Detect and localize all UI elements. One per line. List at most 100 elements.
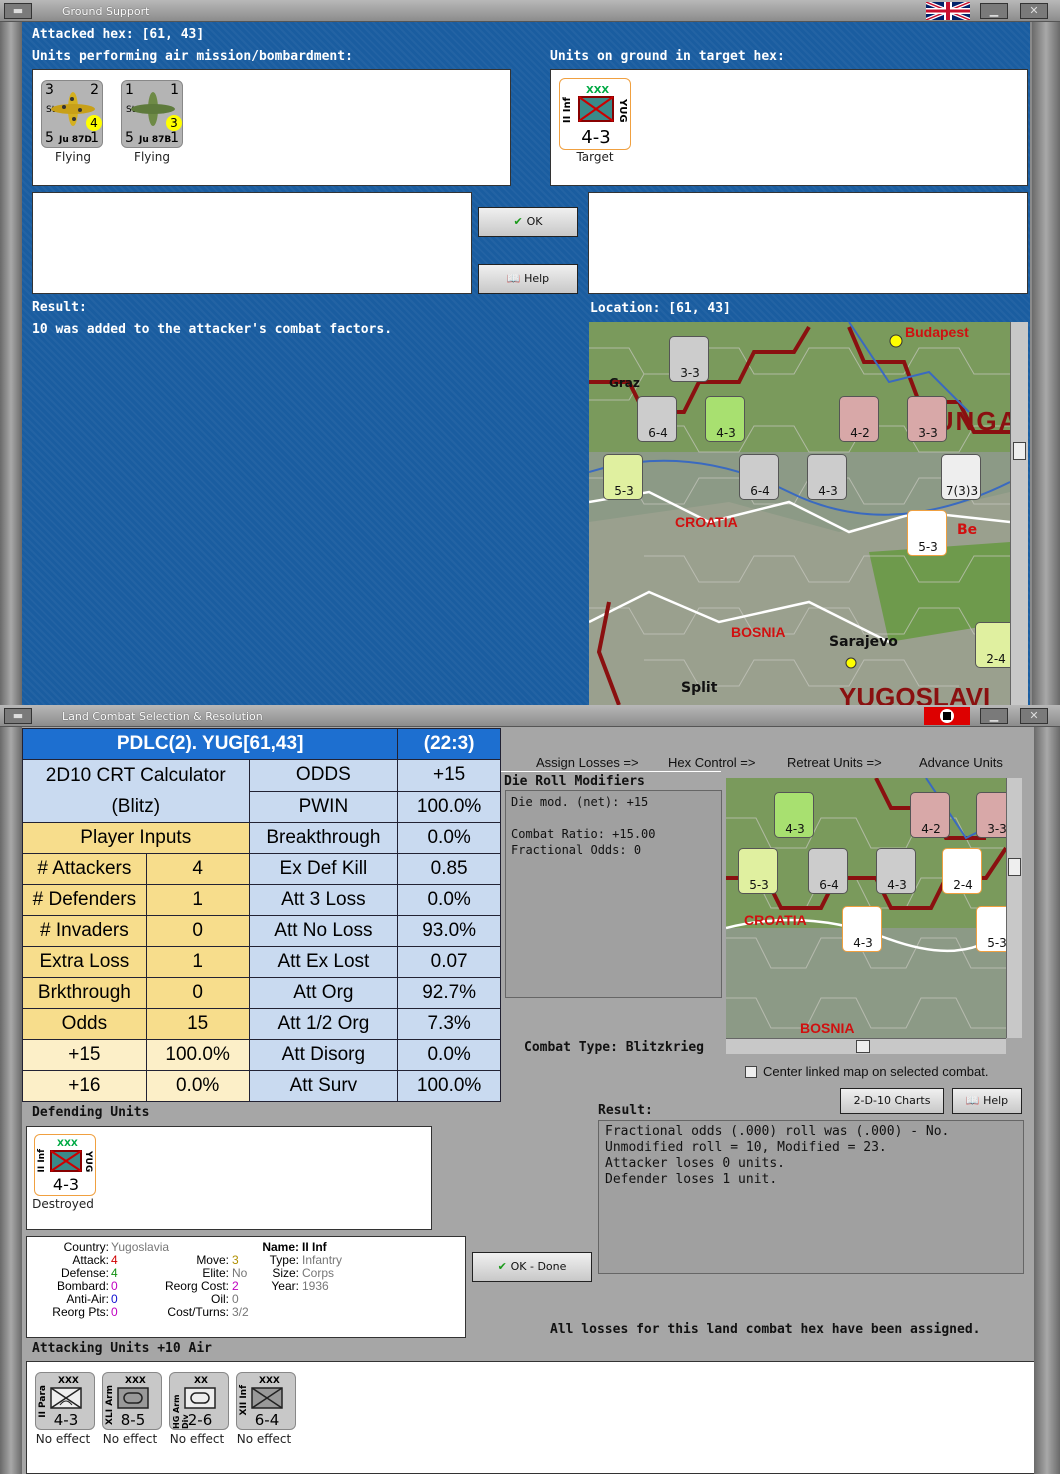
air-unit-status: Flying: [55, 150, 91, 164]
infantry-symbol-icon: [578, 96, 614, 122]
minimap-unit[interactable]: 5-3: [976, 906, 1006, 952]
close-button[interactable]: ✕: [1020, 3, 1048, 19]
minimap-vertical-scrollbar[interactable]: [1006, 778, 1022, 1038]
map-unit[interactable]: 2-4: [975, 622, 1010, 668]
defending-units-label: Defending Units: [32, 1105, 150, 1120]
map-unit[interactable]: 4-2: [839, 396, 879, 442]
right-frame: [1034, 727, 1060, 1474]
map-unit[interactable]: 5-3: [603, 454, 643, 500]
paratroop-symbol-icon: [50, 1387, 82, 1409]
map-label-beograd: Be: [957, 522, 978, 538]
die-roll-label: Die Roll Modifiers: [504, 774, 645, 789]
input-odds[interactable]: 15: [145, 1008, 250, 1040]
combat-minimap[interactable]: CROATIA BOSNIA 4-3 4-2 3-3 5-3 6-4 4-3 2…: [726, 778, 1006, 1038]
map-unit[interactable]: 4-3: [705, 396, 745, 442]
minimize-button[interactable]: ▁: [980, 3, 1008, 19]
air-mission-info-box: [32, 192, 472, 294]
scrollbar-thumb[interactable]: [1008, 858, 1021, 876]
left-frame: [0, 727, 22, 1474]
minimap-unit[interactable]: 4-3: [876, 848, 916, 894]
air-units-list: 3 2 Stuka 4 5 Ju 87D 1 Flying 1 1 Stuka …: [32, 69, 511, 186]
defender-unit-counter[interactable]: XXX II Inf YUG 4-3: [34, 1134, 96, 1196]
bottom-titlebar[interactable]: ▬ Land Combat Selection & Resolution ▁ ✕: [0, 705, 1060, 727]
system-menu-button[interactable]: ▬: [4, 3, 32, 19]
minimap-horizontal-scrollbar[interactable]: [726, 1038, 1006, 1054]
ground-units-list: XXX II Inf YUG 4-3 Target: [550, 69, 1028, 186]
center-map-checkbox[interactable]: [745, 1066, 757, 1078]
input-extra-loss[interactable]: 1: [145, 946, 250, 978]
input-defenders[interactable]: 1: [145, 884, 250, 916]
system-menu-button[interactable]: ▬: [4, 708, 32, 724]
ok-button[interactable]: ✔ OK: [478, 207, 578, 237]
german-flag-icon: [924, 707, 970, 725]
map-unit[interactable]: 3-3: [669, 336, 709, 382]
minimap-unit[interactable]: 2-4: [942, 848, 982, 894]
minimap-unit[interactable]: 5-3: [738, 848, 778, 894]
crt-calculator-table: PDLC(2). YUG[61,43] (22:3) 2D10 CRT Calcu…: [21, 728, 501, 1102]
map-unit[interactable]: 5-3: [907, 510, 947, 556]
location-map[interactable]: Budapest Graz HUNGARY CROATIA BOSNIA Sar…: [589, 322, 1010, 705]
charts-button[interactable]: 2-D-10 Charts: [840, 1088, 944, 1114]
scrollbar-thumb[interactable]: [1013, 442, 1026, 460]
air-units-label: Units performing air mission/bombardment…: [32, 49, 353, 64]
scrollbar-thumb[interactable]: [856, 1040, 870, 1053]
target-unit-counter[interactable]: XXX II Inf YUG 4-3: [559, 78, 631, 150]
window-title: Ground Support: [62, 5, 150, 18]
minimap-unit[interactable]: 6-4: [808, 848, 848, 894]
attacker-unit-counter[interactable]: XX HG Arm Div 2-6: [169, 1372, 229, 1430]
input-invaders[interactable]: 0: [145, 915, 250, 947]
map-label-croatia: CROATIA: [675, 514, 738, 530]
map-label-split: Split: [681, 680, 718, 696]
checkmark-icon: ✔: [497, 1260, 511, 1273]
left-frame: [0, 22, 22, 705]
calc-title: 2D10 CRT Calculator (Blitz): [22, 759, 250, 823]
step-hex-control[interactable]: Hex Control =>: [668, 755, 755, 770]
help-book-icon: 📖: [506, 272, 525, 285]
map-vertical-scrollbar[interactable]: [1010, 322, 1028, 705]
attacker-unit-counter[interactable]: XXX XLI Arm 8-5: [102, 1372, 162, 1430]
ok-done-button[interactable]: ✔ OK - Done: [472, 1252, 592, 1282]
help-button[interactable]: 📖 Help: [952, 1088, 1022, 1114]
map-label-bosnia: BOSNIA: [731, 624, 786, 640]
minimize-button[interactable]: ▁: [980, 708, 1008, 724]
input-breakthrough[interactable]: 0: [145, 977, 250, 1009]
minimap-label-croatia: CROATIA: [744, 912, 807, 928]
map-unit[interactable]: 7(3)3: [941, 454, 981, 500]
center-map-label: Center linked map on selected combat.: [763, 1064, 989, 1079]
help-button[interactable]: 📖 Help: [478, 264, 578, 294]
input-attackers[interactable]: 4: [145, 853, 250, 885]
result-label: Result:: [32, 300, 87, 315]
map-label-sarajevo: Sarajevo: [829, 634, 898, 650]
air-unit-stuka-d[interactable]: 3 2 Stuka 4 5 Ju 87D 1: [41, 80, 103, 148]
ground-units-label: Units on ground in target hex:: [550, 49, 785, 64]
air-unit-stuka-b[interactable]: 1 1 Stuka 3 5 Ju 87B 1: [121, 80, 183, 148]
minimap-unit[interactable]: 4-3: [842, 906, 882, 952]
map-unit[interactable]: 6-4: [637, 396, 677, 442]
player-inputs-label: Player Inputs: [22, 822, 250, 854]
step-assign-losses[interactable]: Assign Losses =>: [536, 755, 639, 770]
mission-badge: 3: [166, 115, 182, 131]
attacking-units-label: Attacking Units +10 Air: [32, 1341, 213, 1356]
defending-units-list: XXX II Inf YUG 4-3 Destroyed: [26, 1126, 432, 1230]
minimap-unit[interactable]: 3-3: [976, 792, 1006, 838]
attacker-unit-counter[interactable]: XXX XII Inf 6-4: [236, 1372, 296, 1430]
map-label-budapest: Budapest: [905, 324, 969, 340]
map-unit[interactable]: 6-4: [739, 454, 779, 500]
checkmark-icon: ✔: [513, 215, 527, 228]
minimap-unit[interactable]: 4-3: [774, 792, 814, 838]
step-advance-units[interactable]: Advance Units: [919, 755, 1003, 770]
minimap-unit[interactable]: 4-2: [910, 792, 950, 838]
attacked-hex-label: Attacked hex: [61, 43]: [32, 27, 205, 42]
attacker-unit-counter[interactable]: XXX II Para 4-3: [35, 1372, 95, 1430]
top-titlebar[interactable]: ▬ Ground Support ▁ ✕: [0, 0, 1060, 22]
close-button[interactable]: ✕: [1020, 708, 1048, 724]
armor-division-symbol-icon: [184, 1387, 216, 1409]
minimap-label-bosnia: BOSNIA: [800, 1020, 855, 1036]
map-unit[interactable]: 3-3: [907, 396, 947, 442]
right-frame: [1032, 22, 1060, 705]
map-unit[interactable]: 4-3: [807, 454, 847, 500]
step-retreat-units[interactable]: Retreat Units =>: [787, 755, 882, 770]
uk-flag-icon: [925, 0, 971, 22]
all-losses-message: All losses for this land combat hex have…: [550, 1322, 981, 1337]
attacking-units-list: XXX II Para 4-3 No effect XXX XLI Arm 8-…: [26, 1361, 1034, 1474]
